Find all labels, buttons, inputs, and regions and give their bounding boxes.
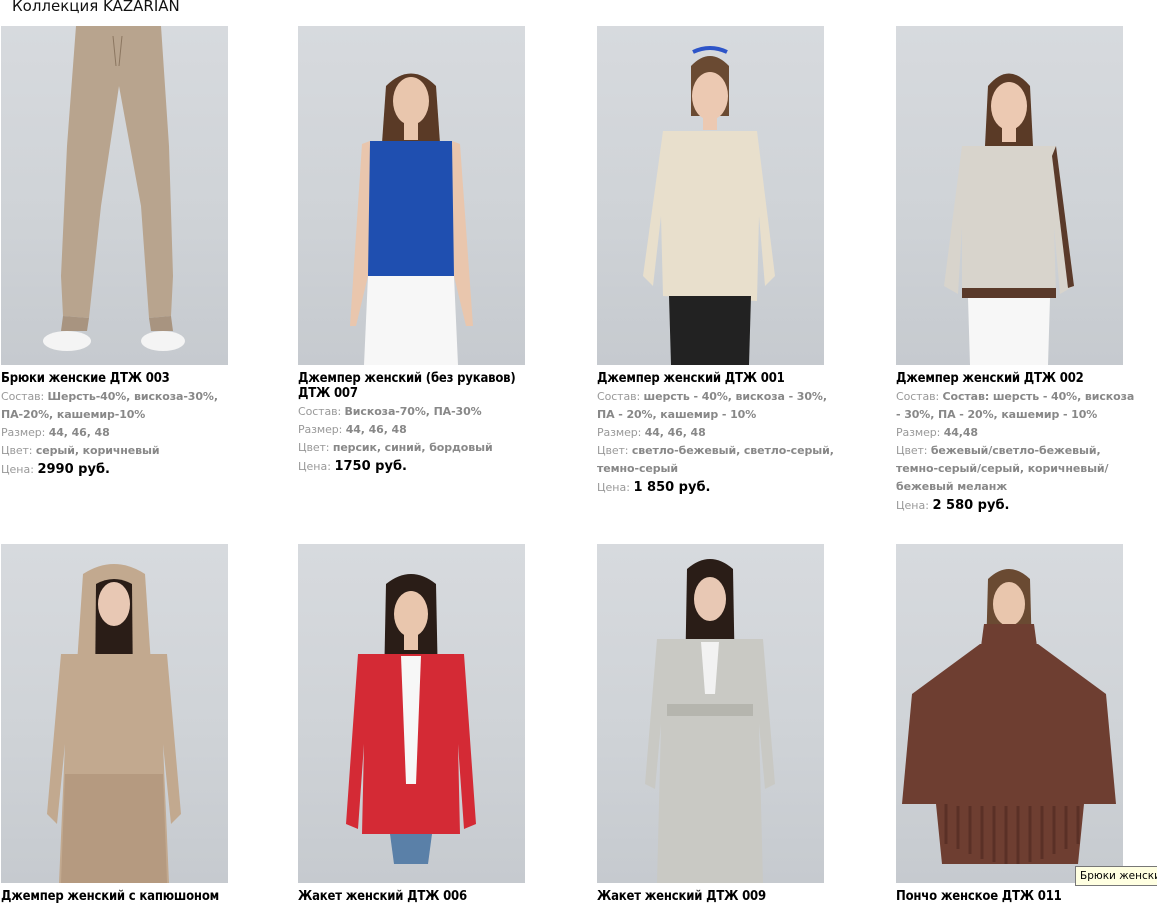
- size-label: Размер:: [597, 426, 642, 439]
- product-name[interactable]: Джемпер женский ДТЖ 001: [597, 371, 837, 386]
- model-poncho-image: [902, 569, 1116, 864]
- product-photo[interactable]: [1, 544, 228, 883]
- product-photo[interactable]: [896, 544, 1123, 883]
- product-photo[interactable]: [597, 544, 824, 883]
- price-label: Цена:: [298, 460, 331, 473]
- model-sweater-image: [643, 46, 775, 365]
- color-label: Цвет:: [298, 441, 330, 454]
- pants-image: [43, 26, 185, 351]
- composition-label: Состав:: [1, 390, 45, 403]
- composition-value: Вискоза-70%, ПА-30%: [344, 405, 482, 418]
- color-value: серый, коричневый: [35, 444, 160, 457]
- size-label: Размер:: [1, 426, 46, 439]
- model-vest-image: [350, 73, 473, 365]
- color-label: Цвет:: [1, 444, 33, 457]
- composition-label: Состав:: [298, 405, 342, 418]
- size-value: 44, 46, 48: [345, 423, 407, 436]
- product-name[interactable]: Пончо женское ДТЖ 011: [896, 889, 1136, 904]
- model-hooded-dress-image: [47, 564, 181, 883]
- size-label: Размер:: [896, 426, 941, 439]
- product-name[interactable]: Жакет женский ДТЖ 009: [597, 889, 837, 904]
- size-value: 44, 46, 48: [644, 426, 706, 439]
- color-value: бежевый/светло-бежевый, темно-серый/серы…: [896, 444, 1109, 493]
- price-value: 2990 руб.: [37, 462, 110, 477]
- color-value: персик, синий, бордовый: [332, 441, 493, 454]
- product-name[interactable]: Жакет женский ДТЖ 006: [298, 889, 538, 904]
- hover-tooltip: Брюки женски: [1075, 866, 1157, 886]
- model-sweater-image: [944, 73, 1074, 365]
- product-photo[interactable]: [597, 26, 824, 365]
- composition-label: Состав:: [597, 390, 641, 403]
- color-label: Цвет:: [896, 444, 928, 457]
- product-name[interactable]: Джемпер женский (без рукавов) ДТЖ 007: [298, 371, 538, 401]
- product-name[interactable]: Джемпер женский ДТЖ 002: [896, 371, 1136, 386]
- price-label: Цена:: [1, 463, 34, 476]
- price-label: Цена:: [896, 499, 929, 512]
- price-label: Цена:: [597, 481, 630, 494]
- page-title: Коллекция KAZARIAN: [12, 0, 180, 15]
- size-label: Размер:: [298, 423, 343, 436]
- size-value: 44,48: [943, 426, 978, 439]
- size-value: 44, 46, 48: [48, 426, 110, 439]
- product-photo[interactable]: [298, 544, 525, 883]
- price-value: 2 580 руб.: [932, 498, 1010, 513]
- color-value: светло-бежевый, светло-серый, темно-серы…: [597, 444, 834, 475]
- product-name[interactable]: Джемпер женский с капюшоном: [1, 889, 241, 904]
- color-label: Цвет:: [597, 444, 629, 457]
- product-photo[interactable]: [896, 26, 1123, 365]
- price-value: 1 850 руб.: [633, 480, 711, 495]
- composition-label: Состав:: [896, 390, 940, 403]
- product-name[interactable]: Брюки женские ДТЖ 003: [1, 371, 241, 386]
- product-photo[interactable]: [1, 26, 228, 365]
- model-cardigan-image: [346, 574, 476, 864]
- model-coat-image: [645, 559, 775, 883]
- price-value: 1750 руб.: [334, 459, 407, 474]
- product-photo[interactable]: [298, 26, 525, 365]
